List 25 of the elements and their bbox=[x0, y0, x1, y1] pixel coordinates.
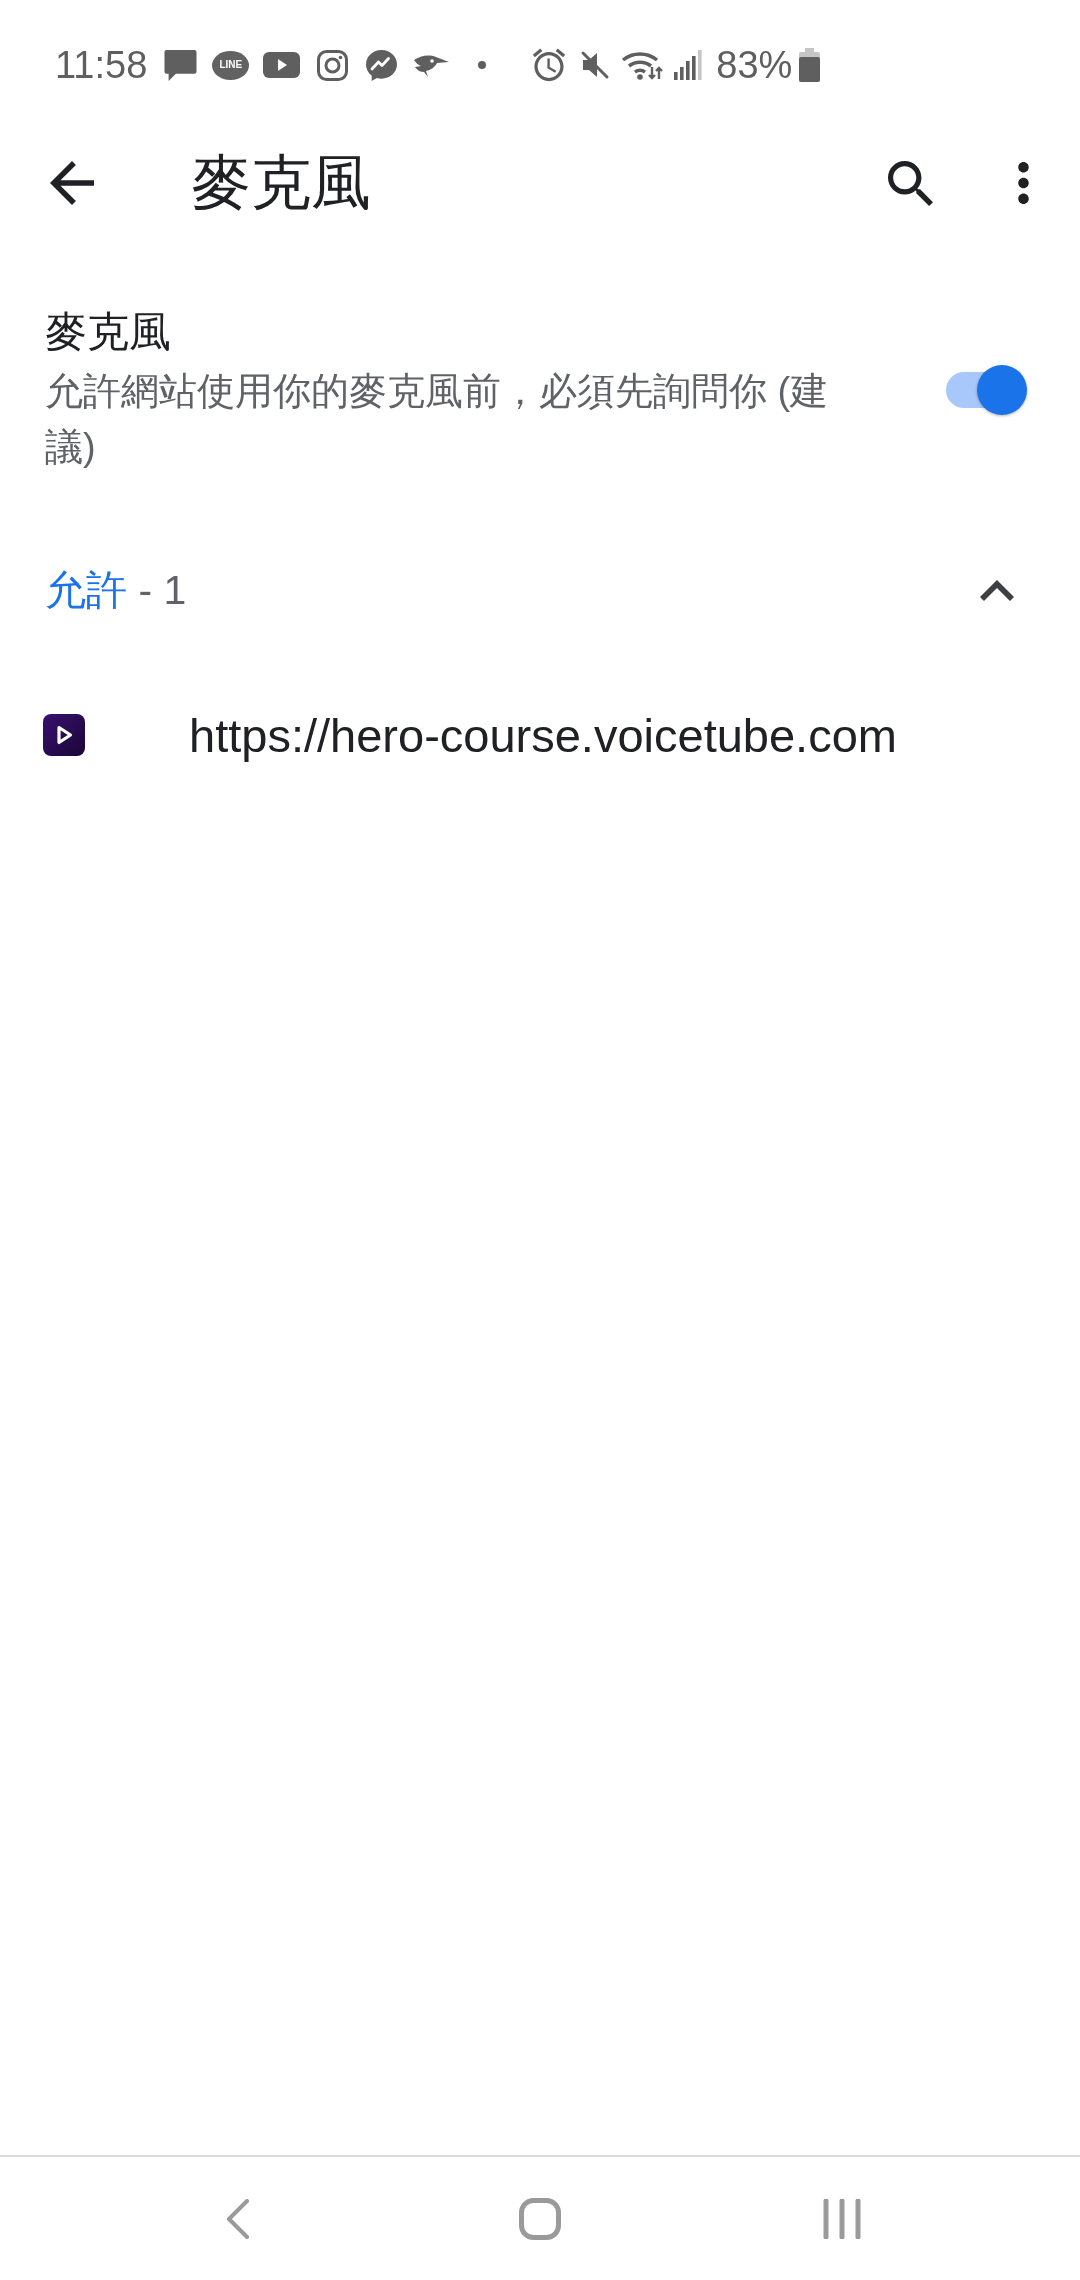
play-logo-icon bbox=[43, 714, 85, 756]
play-tile-icon bbox=[263, 52, 301, 78]
site-list-item[interactable]: https://hero-course.voicetube.com bbox=[0, 685, 1080, 785]
search-icon bbox=[887, 160, 933, 206]
alarm-clock-icon bbox=[532, 48, 567, 82]
battery-icon bbox=[798, 48, 822, 82]
chat-app-logo: LINE bbox=[212, 50, 250, 80]
dot-icon bbox=[478, 61, 487, 69]
more-vertical-icon bbox=[1017, 162, 1029, 204]
section-header[interactable]: 允許 - 1 bbox=[0, 534, 1080, 646]
setting-description: 允許網站使用你的麥克風前，必須先詢問你 (建議) bbox=[45, 369, 830, 470]
status-time: 11:58 bbox=[55, 43, 148, 87]
muted-speaker-icon bbox=[580, 50, 611, 80]
chevron-left-icon bbox=[226, 2198, 250, 2239]
back-arrow-icon bbox=[50, 161, 94, 205]
three-bars-icon bbox=[823, 2198, 861, 2239]
speech-bubble-icon bbox=[164, 49, 198, 81]
chat-bolt-icon bbox=[365, 48, 399, 82]
toolbar-title: 麥克風 bbox=[191, 148, 372, 218]
camera-outline-icon bbox=[317, 49, 349, 81]
setting-title: 麥克風 bbox=[45, 307, 172, 357]
rounded-square-icon bbox=[519, 2197, 561, 2240]
battery-percent: 83% bbox=[716, 43, 793, 87]
signal-bars-icon bbox=[674, 50, 703, 80]
wifi-icon bbox=[621, 49, 664, 81]
